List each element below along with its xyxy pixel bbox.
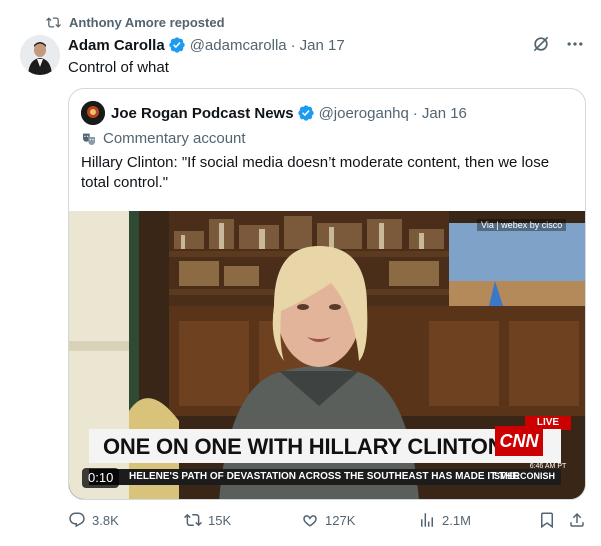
grok-icon[interactable] — [531, 34, 551, 54]
analytics-icon — [421, 513, 433, 527]
quoted-author-avatar[interactable] — [81, 101, 105, 125]
video-player[interactable]: Via | webex by cisco LIVE ONE ON ONE WIT… — [69, 211, 585, 499]
heart-icon — [303, 515, 317, 527]
separator-dot: · — [290, 36, 296, 54]
repost-count: 15K — [208, 512, 232, 528]
views-button[interactable]: 2.1M — [418, 511, 471, 529]
network-name: CNN — [499, 430, 539, 451]
repost-text: Anthony Amore reposted — [69, 14, 225, 30]
quoted-author-name[interactable]: Joe Rogan Podcast News — [111, 105, 294, 122]
post-text: Control of what — [68, 59, 169, 76]
verified-badge-icon[interactable] — [297, 104, 315, 122]
share-icon — [570, 512, 584, 527]
news-ticker: HELENE'S PATH OF DEVASTATION ACROSS THE … — [89, 469, 561, 485]
repost-button[interactable]: 15K — [184, 511, 231, 529]
via-webex-tag: Via | webex by cisco — [477, 219, 567, 231]
bookmark-icon — [541, 512, 553, 529]
cnn-logo: CNN — [495, 426, 543, 456]
chyron: ONE ON ONE WITH HILLARY CLINTON CNN — [89, 426, 561, 463]
verified-badge-icon[interactable] — [168, 36, 186, 54]
view-count: 2.1M — [442, 512, 471, 528]
author-name[interactable]: Adam Carolla — [68, 37, 165, 54]
like-count: 127K — [325, 512, 356, 528]
repost-icon — [184, 513, 202, 527]
quoted-author-handle[interactable]: @joeroganhq — [319, 105, 409, 122]
separator-dot: · — [412, 104, 418, 122]
reply-button[interactable]: 3.8K — [68, 511, 119, 529]
author-handle[interactable]: @adamcarolla — [190, 37, 287, 54]
theater-masks-icon — [83, 133, 95, 145]
quoted-post-date[interactable]: Jan 16 — [422, 105, 467, 122]
ticker-text: HELENE'S PATH OF DEVASTATION ACROSS THE … — [129, 471, 519, 482]
quoted-post-header: Joe Rogan Podcast News @joeroganhq · Jan… — [81, 101, 467, 125]
share-button[interactable] — [568, 511, 586, 529]
commentary-account-label[interactable]: Commentary account — [81, 130, 246, 147]
repost-indicator[interactable]: Anthony Amore reposted — [46, 13, 225, 31]
action-bar: 3.8K 15K 127K 2.1M — [68, 511, 588, 533]
video-duration: 0:10 — [82, 468, 120, 488]
quoted-post-text: Hillary Clinton: "If social media doesn’… — [81, 154, 550, 191]
repost-icon — [46, 16, 61, 28]
bookmark-button[interactable] — [538, 511, 556, 529]
quoted-post[interactable]: Joe Rogan Podcast News @joeroganhq · Jan… — [68, 88, 586, 500]
chyron-text: ONE ON ONE WITH HILLARY CLINTON — [103, 434, 504, 459]
post-date[interactable]: Jan 17 — [300, 37, 345, 54]
commentary-text: Commentary account — [103, 130, 246, 147]
show-name: SMERCONISH — [493, 471, 555, 481]
more-options-icon[interactable] — [565, 34, 585, 54]
post-header: Adam Carolla @adamcarolla · Jan 17 — [68, 35, 585, 55]
reply-count: 3.8K — [92, 512, 119, 528]
like-button[interactable]: 127K — [301, 511, 355, 529]
author-avatar[interactable] — [20, 35, 60, 75]
reply-icon — [69, 512, 85, 528]
